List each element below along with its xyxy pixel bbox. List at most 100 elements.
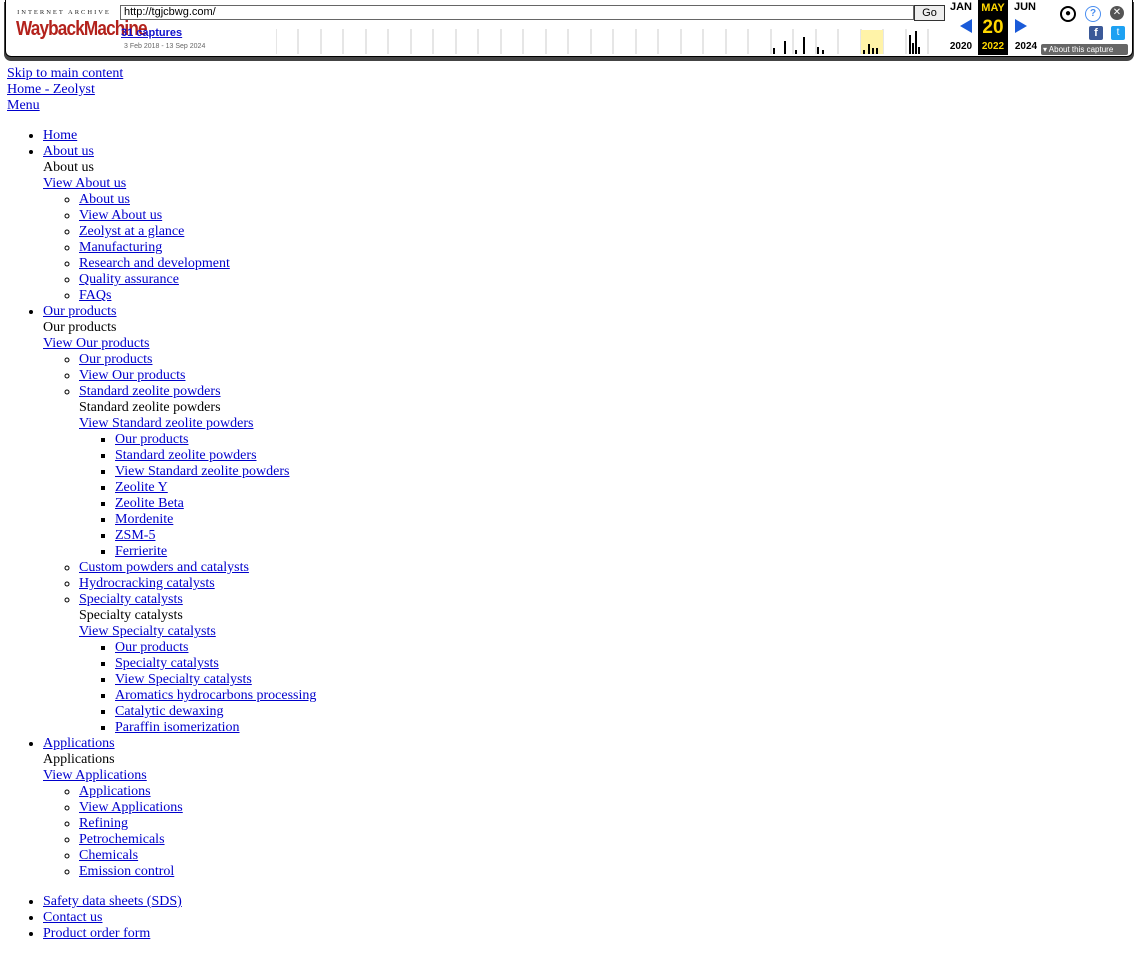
applications-submenu: Applications View Applications Refining … (43, 784, 1127, 880)
list-item: Refining (79, 816, 1127, 832)
list-item: Mordenite (115, 512, 1127, 528)
twitter-icon[interactable]: t (1111, 26, 1125, 40)
nav-link-home[interactable]: Home (43, 128, 77, 143)
list-item: View Our products (79, 368, 1127, 384)
submenu-view-link[interactable]: View About us (43, 176, 1127, 192)
submenu-link[interactable]: Hydrocracking catalysts (79, 576, 215, 591)
submenu-link[interactable]: Research and development (79, 256, 230, 271)
list-item: Standard zeolite powders (115, 448, 1127, 464)
specialty-submenu: Our products Specialty catalysts View Sp… (79, 640, 1127, 736)
current-capture: MAY 20 2022 (978, 0, 1008, 55)
submenu-link-specialty[interactable]: Specialty catalysts (79, 592, 183, 607)
submenu-link[interactable]: View Applications (79, 800, 183, 815)
list-item: Chemicals (79, 848, 1127, 864)
submenu-link[interactable]: Refining (79, 816, 128, 831)
submenu-title: Our products (43, 320, 117, 335)
submenu-link[interactable]: Chemicals (79, 848, 138, 863)
about-capture-label: About this capture (1048, 45, 1114, 54)
submenu-link[interactable]: About us (79, 192, 130, 207)
submenu-link[interactable]: Paraffin isomerization (115, 720, 240, 735)
list-item: Zeolyst at a glance (79, 224, 1127, 240)
submenu-view-link[interactable]: View Our products (43, 336, 1127, 352)
submenu-link[interactable]: Zeolite Y (115, 480, 168, 495)
main-nav: Home About us About us View About us Abo… (7, 128, 1127, 880)
submenu-view-link[interactable]: View Specialty catalysts (79, 624, 1127, 640)
caret-down-icon: ▾ (1043, 45, 1048, 54)
submenu-link[interactable]: Catalytic dewaxing (115, 704, 223, 719)
list-item: View About us (79, 208, 1127, 224)
submenu-link[interactable]: Applications (79, 784, 151, 799)
current-day: 20 (982, 17, 1004, 38)
contact-link[interactable]: Contact us (43, 910, 103, 925)
submenu-link[interactable]: Emission control (79, 864, 174, 879)
url-input[interactable]: http://tgjcbwg.com/ (120, 5, 914, 20)
home-logo-link[interactable]: Home - Zeolyst (7, 82, 1127, 98)
submenu-link-standard[interactable]: Standard zeolite powders (79, 384, 221, 399)
prev-capture-arrow-icon[interactable] (960, 19, 972, 33)
sparkline-year-dividers (276, 29, 929, 54)
nav-link-products[interactable]: Our products (43, 304, 117, 319)
submenu-view-link[interactable]: View Standard zeolite powders (79, 416, 1127, 432)
submenu-link[interactable]: Petrochemicals (79, 832, 165, 847)
submenu-link[interactable]: ZSM-5 (115, 528, 155, 543)
list-item: Contact us (43, 910, 1127, 926)
nav-link-applications[interactable]: Applications (43, 736, 115, 751)
list-item: Custom powders and catalysts (79, 560, 1127, 576)
products-submenu: Our products View Our products Standard … (43, 352, 1127, 736)
nav-link-about[interactable]: About us (43, 144, 94, 159)
wayback-toolbar: INTERNET ARCHIVE WaybackMachine http://t… (5, 0, 1133, 57)
wayback-logo[interactable]: INTERNET ARCHIVE WaybackMachine (16, 9, 148, 49)
list-item: About us (79, 192, 1127, 208)
submenu-link[interactable]: Quality assurance (79, 272, 179, 287)
submenu-link[interactable]: Our products (79, 352, 153, 367)
submenu-link[interactable]: View About us (79, 208, 162, 223)
sds-link[interactable]: Safety data sheets (SDS) (43, 894, 182, 909)
logo-main-text: WaybackMachine (16, 18, 148, 40)
list-item: View Standard zeolite powders (115, 464, 1127, 480)
sparkline-bars (773, 31, 920, 54)
captures-link[interactable]: 31 captures (121, 27, 182, 39)
order-form-link[interactable]: Product order form (43, 926, 150, 941)
submenu-link[interactable]: Ferrierite (115, 544, 167, 559)
list-item: Zeolite Beta (115, 496, 1127, 512)
submenu-link[interactable]: View Standard zeolite powders (115, 464, 290, 479)
submenu-link[interactable]: Zeolyst at a glance (79, 224, 184, 239)
submenu-link[interactable]: Standard zeolite powders (115, 448, 257, 463)
utility-nav: Safety data sheets (SDS) Contact us Prod… (7, 894, 1127, 942)
submenu-link[interactable]: Custom powders and catalysts (79, 560, 249, 575)
skip-link[interactable]: Skip to main content (7, 66, 1127, 82)
next-month: JUN (1013, 1, 1036, 13)
submenu-link[interactable]: View Specialty catalysts (115, 672, 252, 687)
list-item: Paraffin isomerization (115, 720, 1127, 736)
logo-top-text: INTERNET ARCHIVE (17, 9, 111, 16)
submenu-title: Specialty catalysts (79, 608, 183, 623)
facebook-icon[interactable]: f (1089, 26, 1103, 40)
submenu-link[interactable]: Manufacturing (79, 240, 162, 255)
submenu-link[interactable]: Aromatics hydrocarbons processing (115, 688, 316, 703)
list-item: View Specialty catalysts (115, 672, 1127, 688)
capture-sparkline[interactable] (276, 29, 944, 54)
submenu-link[interactable]: View Our products (79, 368, 185, 383)
menu-link[interactable]: Menu (7, 98, 1127, 114)
submenu-view-link[interactable]: View Applications (43, 768, 1127, 784)
help-icon[interactable]: ? (1085, 6, 1101, 22)
list-item: Hydrocracking catalysts (79, 576, 1127, 592)
submenu-title: About us (43, 160, 94, 175)
submenu-link[interactable]: Specialty catalysts (115, 656, 219, 671)
go-button[interactable]: Go (914, 5, 945, 21)
user-icon[interactable]: ● (1060, 6, 1076, 22)
page-content: Skip to main content Home - Zeolyst Menu… (7, 66, 1127, 942)
list-item: Our products (115, 432, 1127, 448)
submenu-link[interactable]: Our products (115, 432, 189, 447)
capture-range: 3 Feb 2018 - 13 Sep 2024 (124, 43, 206, 50)
list-item: Manufacturing (79, 240, 1127, 256)
submenu-link[interactable]: FAQs (79, 288, 111, 303)
next-capture-arrow-icon[interactable] (1015, 19, 1027, 33)
prev-month: JAN (949, 1, 972, 13)
list-item: Aromatics hydrocarbons processing (115, 688, 1127, 704)
about-capture-button[interactable]: ▾ About this capture (1041, 44, 1128, 55)
close-icon[interactable]: ✕ (1110, 6, 1124, 20)
submenu-link[interactable]: Zeolite Beta (115, 496, 184, 511)
submenu-link[interactable]: Our products (115, 640, 189, 655)
submenu-link[interactable]: Mordenite (115, 512, 173, 527)
